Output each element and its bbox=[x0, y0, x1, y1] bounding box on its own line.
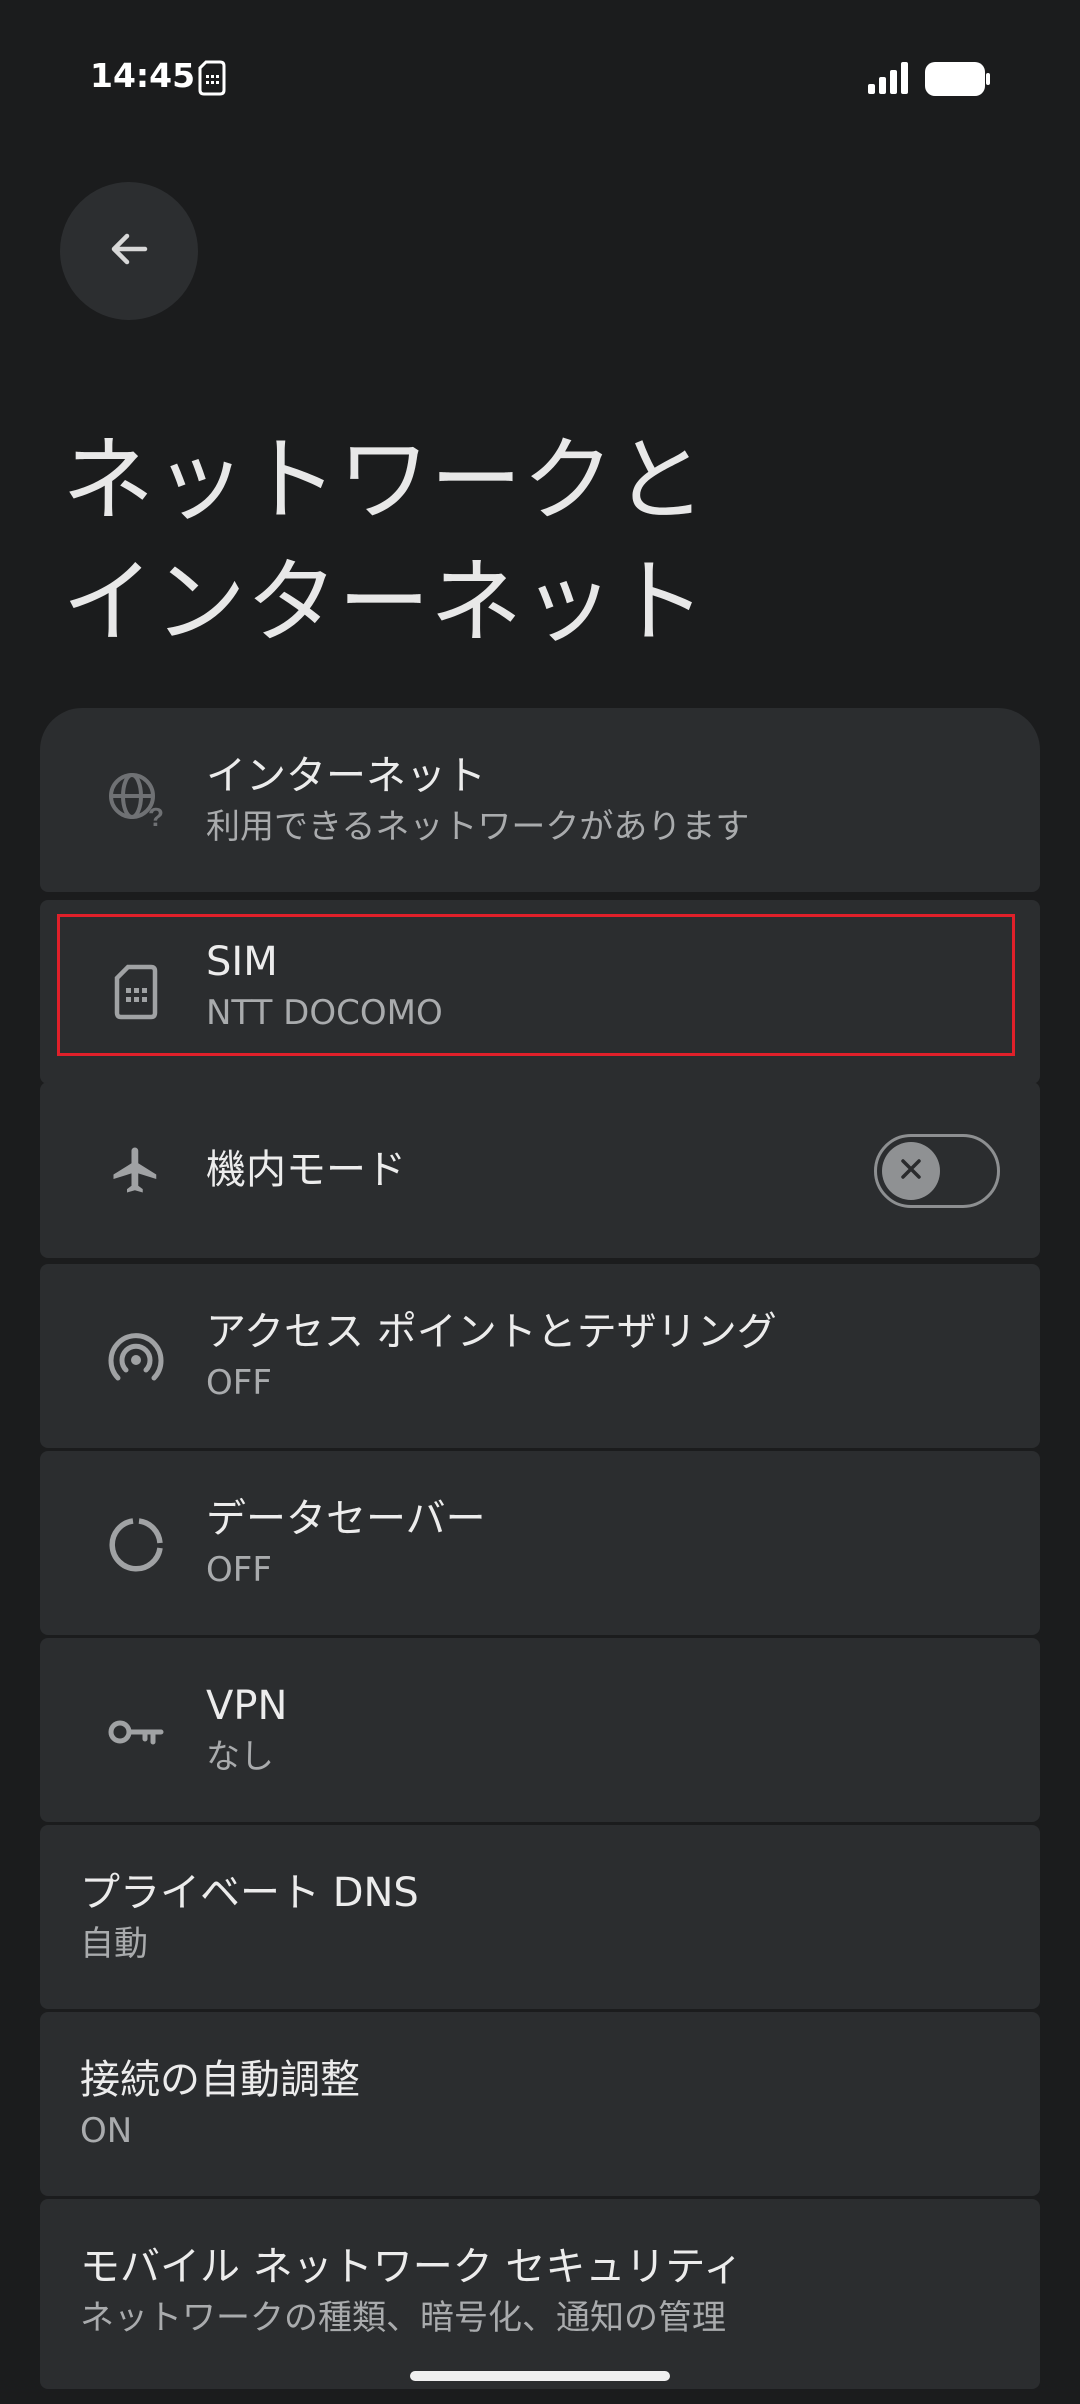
setting-mobile-security-sub: ネットワークの種類、暗号化、通知の管理 bbox=[80, 2298, 726, 2338]
setting-vpn-sub: なし bbox=[206, 1737, 274, 1777]
airplane-mode-toggle[interactable] bbox=[874, 1134, 1000, 1208]
sim-icon bbox=[198, 60, 226, 100]
setting-mobile-network-security[interactable]: モバイル ネットワーク セキュリティ ネットワークの種類、暗号化、通知の管理 bbox=[40, 2199, 1040, 2389]
back-button[interactable] bbox=[60, 182, 198, 320]
setting-private-dns-sub: 自動 bbox=[80, 1924, 148, 1964]
setting-vpn[interactable]: VPN なし bbox=[40, 1638, 1040, 1822]
vpn-key-icon bbox=[102, 1698, 170, 1766]
globe-question-icon: ? bbox=[102, 766, 170, 834]
setting-data-saver[interactable]: データセーバー OFF bbox=[40, 1451, 1040, 1635]
svg-text:?: ? bbox=[148, 802, 164, 830]
setting-internet[interactable]: ? インターネット 利用できるネットワークがあります bbox=[40, 708, 1040, 892]
back-arrow-icon bbox=[105, 225, 153, 277]
setting-vpn-label: VPN bbox=[206, 1683, 288, 1729]
signal-icon bbox=[868, 62, 912, 98]
page-title: ネットワークと インターネット bbox=[62, 427, 707, 656]
status-bar: 14:45 bbox=[0, 0, 1080, 160]
setting-data-saver-sub: OFF bbox=[206, 1550, 272, 1590]
setting-airplane-mode[interactable]: 機内モード bbox=[40, 1082, 1040, 1258]
setting-private-dns[interactable]: プライベート DNS 自動 bbox=[40, 1825, 1040, 2009]
setting-hotspot[interactable]: アクセス ポイントとテザリング OFF bbox=[40, 1264, 1040, 1448]
airplane-icon bbox=[102, 1136, 170, 1204]
sim-highlight-box bbox=[57, 914, 1015, 1056]
toggle-thumb bbox=[882, 1142, 940, 1200]
home-indicator[interactable] bbox=[410, 2371, 670, 2381]
setting-private-dns-label: プライベート DNS bbox=[80, 1870, 419, 1916]
setting-adaptive-label: 接続の自動調整 bbox=[80, 2057, 360, 2103]
setting-adaptive-sub: ON bbox=[80, 2111, 133, 2151]
battery-icon bbox=[925, 62, 991, 100]
status-time: 14:45 bbox=[90, 56, 196, 95]
setting-hotspot-sub: OFF bbox=[206, 1363, 272, 1403]
setting-adaptive-connectivity[interactable]: 接続の自動調整 ON bbox=[40, 2012, 1040, 2196]
setting-data-saver-label: データセーバー bbox=[206, 1496, 486, 1542]
hotspot-icon bbox=[102, 1324, 170, 1392]
data-saver-icon bbox=[102, 1511, 170, 1579]
setting-hotspot-label: アクセス ポイントとテザリング bbox=[206, 1309, 777, 1355]
setting-internet-sub: 利用できるネットワークがあります bbox=[206, 807, 750, 847]
setting-internet-label: インターネット bbox=[206, 753, 486, 799]
close-icon bbox=[897, 1155, 925, 1187]
setting-mobile-security-label: モバイル ネットワーク セキュリティ bbox=[80, 2244, 744, 2290]
